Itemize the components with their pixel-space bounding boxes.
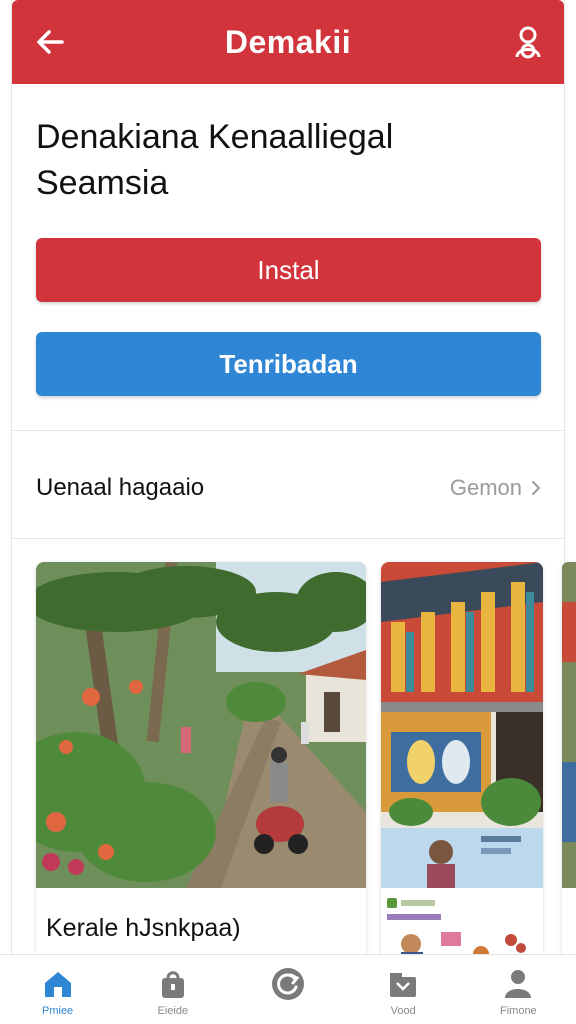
headline-line-1: Denakiana Kenaalliegal: [36, 118, 394, 156]
install-button[interactable]: Instal: [36, 238, 541, 302]
person-icon: [505, 970, 532, 998]
chevron-right-icon: [532, 481, 541, 495]
bottom-navigation: Pmiee Eieide Vood Fimone: [0, 954, 576, 1024]
nav-item-refresh[interactable]: [238, 967, 338, 1005]
profile-button[interactable]: [510, 24, 546, 60]
content-card[interactable]: Kerale hJsnkpaa): [36, 562, 366, 962]
user-icon: [515, 26, 541, 59]
box-icon: [390, 973, 417, 997]
section-header: Uenaal hagaaio Gemon: [12, 452, 564, 524]
secondary-action-button[interactable]: Tenribadan: [36, 332, 541, 396]
painted-building-photo: [381, 562, 543, 888]
headline-line-2: Seamsia: [36, 164, 169, 202]
nav-item-shop[interactable]: Eieide: [123, 967, 223, 1017]
section-more-label: Gemon: [449, 475, 522, 500]
content-card-peek[interactable]: [562, 562, 576, 962]
app-title: Demakii: [224, 23, 352, 60]
nav-item-box[interactable]: Vood: [353, 967, 453, 1017]
nav-item-home[interactable]: Pmiee: [8, 967, 108, 1017]
divider: [12, 430, 564, 431]
page-headline: Denakiana Kenaalliegal Seamsia: [36, 114, 536, 206]
section-title: Uenaal hagaaio: [36, 474, 205, 501]
nav-item-profile[interactable]: Fimone: [468, 967, 568, 1017]
divider: [12, 538, 564, 539]
app-bar: Demakii: [12, 0, 564, 84]
refresh-icon: [271, 968, 304, 1000]
nav-label: Fimone: [500, 1005, 537, 1017]
nav-label: Pmiee: [42, 1005, 74, 1017]
card-thumbnail-edge: [562, 562, 576, 962]
arrow-left-icon: [37, 30, 64, 54]
section-more-link[interactable]: Gemon: [450, 475, 542, 501]
card-caption: Kerale hJsnkpaa): [46, 914, 241, 942]
nav-label: Vood: [390, 1005, 416, 1017]
back-button[interactable]: [32, 24, 68, 60]
village-road-photo: [36, 562, 366, 888]
content-card[interactable]: [381, 562, 543, 962]
nav-label: Eieide: [157, 1005, 189, 1017]
bag-icon: [161, 971, 184, 998]
home-icon: [44, 972, 71, 997]
collage-thumbnail: [381, 892, 543, 962]
